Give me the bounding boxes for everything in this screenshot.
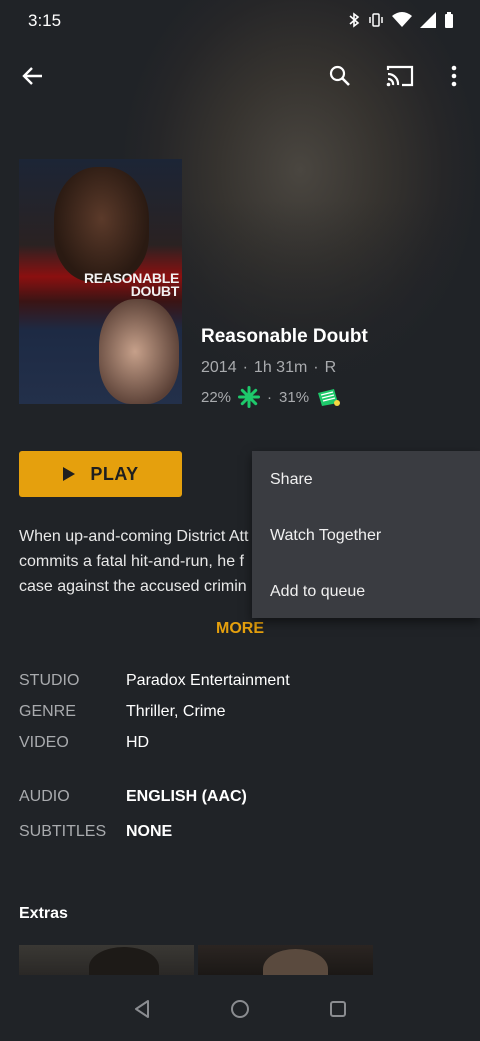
movie-rating: R	[324, 359, 337, 376]
thumbnail-figure	[89, 947, 159, 975]
bluetooth-icon	[349, 12, 360, 28]
toolbar	[0, 52, 480, 100]
critic-score: 22%	[201, 388, 232, 406]
more-button[interactable]: MORE	[0, 620, 480, 638]
nav-home-button[interactable]	[226, 995, 254, 1023]
spilled-popcorn-icon	[318, 389, 341, 406]
movie-duration: 1h 31m	[253, 359, 308, 376]
detail-row-video: VIDEO HD	[19, 734, 459, 758]
thumbnail-figure	[263, 949, 328, 975]
extras-title: Extras	[19, 905, 68, 922]
detail-label: GENRE	[19, 703, 76, 720]
detail-row-studio: STUDIO Paradox Entertainment	[19, 672, 459, 696]
poster-title: REASONABLE DOUBT	[83, 270, 179, 299]
play-label: PLAY	[90, 463, 139, 484]
detail-label: VIDEO	[19, 734, 69, 751]
movie-title: Reasonable Doubt	[201, 326, 368, 347]
meta-separator: ·	[313, 359, 319, 376]
back-button[interactable]	[17, 60, 49, 92]
square-recents-icon	[330, 1001, 346, 1017]
detail-label: AUDIO	[19, 788, 70, 805]
movie-poster[interactable]: REASONABLE DOUBT	[19, 159, 182, 404]
detail-row-genre: GENRE Thriller, Crime	[19, 703, 459, 727]
extra-thumbnail[interactable]	[198, 945, 373, 975]
detail-value: HD	[126, 734, 150, 751]
subtitles-selector[interactable]: NONE	[126, 823, 172, 841]
search-button[interactable]	[324, 60, 356, 92]
detail-label: SUBTITLES	[19, 823, 107, 840]
more-vertical-icon	[451, 65, 457, 87]
detail-label: STUDIO	[19, 672, 80, 689]
arrow-left-icon	[22, 67, 42, 85]
detail-value: Thriller, Crime	[126, 703, 226, 720]
vibrate-icon	[369, 13, 383, 27]
play-button[interactable]: PLAY	[19, 451, 182, 497]
nav-back-button[interactable]	[128, 995, 156, 1023]
menu-item-share[interactable]: Share	[270, 471, 313, 489]
audio-selector[interactable]: ENGLISH (AAC)	[126, 788, 247, 806]
status-bar: 3:15	[0, 0, 480, 44]
movie-year: 2014	[201, 359, 237, 376]
poster-face-top	[54, 167, 149, 282]
detail-row-audio[interactable]: AUDIO ENGLISH (AAC)	[19, 788, 459, 812]
play-icon	[63, 467, 76, 481]
system-nav-bar	[0, 975, 480, 1041]
detail-row-subtitles[interactable]: SUBTITLES NONE	[19, 823, 459, 847]
nav-recents-button[interactable]	[324, 995, 352, 1023]
search-icon	[329, 65, 350, 86]
audience-score: 31%	[279, 388, 310, 406]
meta-separator: ·	[267, 388, 273, 406]
circle-home-icon	[231, 1000, 249, 1018]
menu-item-add-to-queue[interactable]: Add to queue	[270, 583, 365, 601]
context-menu: Share Watch Together Add to queue	[252, 451, 480, 618]
cast-icon	[386, 65, 414, 87]
extra-thumbnail[interactable]	[19, 945, 194, 975]
status-time: 3:15	[28, 11, 62, 30]
more-options-button[interactable]	[438, 60, 470, 92]
detail-value: Paradox Entertainment	[126, 672, 290, 689]
cast-button[interactable]	[384, 60, 416, 92]
movie-info: Reasonable Doubt 2014 · 1h 31m · R 22% ·…	[201, 326, 368, 408]
movie-ratings: 22% · 31%	[201, 386, 368, 408]
meta-separator: ·	[242, 359, 248, 376]
wifi-icon	[392, 12, 412, 27]
poster-face-bottom	[99, 299, 179, 404]
battery-icon	[445, 12, 453, 28]
movie-meta: 2014 · 1h 31m · R	[201, 359, 368, 377]
triangle-back-icon	[135, 1000, 149, 1018]
signal-icon	[420, 12, 436, 28]
menu-item-watch-together[interactable]: Watch Together	[270, 527, 381, 545]
rotten-splat-icon	[238, 386, 261, 408]
status-icons	[348, 12, 454, 28]
